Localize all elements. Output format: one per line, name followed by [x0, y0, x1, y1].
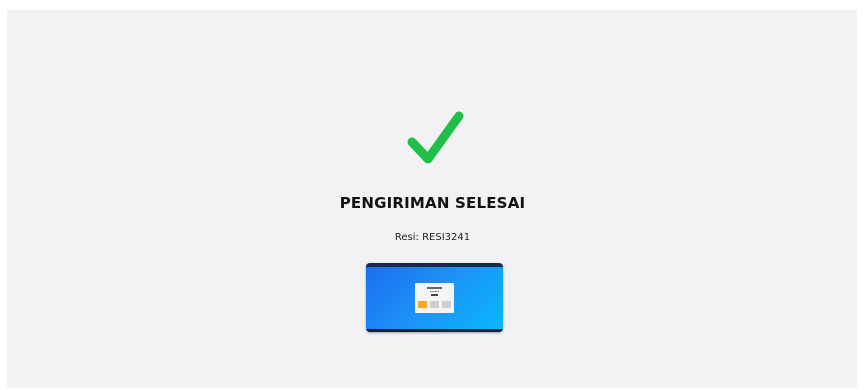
receipt-number: Resi: RESI3241: [394, 232, 471, 243]
thumbnail-dialog: [415, 283, 454, 313]
thumbnail-dialog-button: [418, 301, 427, 308]
thumbnail-dialog-line: [431, 294, 438, 296]
checkmark-icon: [407, 111, 464, 164]
thumbnail-dialog-line: [430, 291, 439, 292]
thumbnail-topbar: [366, 263, 503, 267]
thumbnail-dialog-line: [427, 287, 442, 289]
thumbnail-taskbar: [366, 329, 503, 332]
thumbnail-dialog-button: [442, 301, 451, 308]
page-title: PENGIRIMAN SELESAI: [339, 194, 526, 212]
screenshot-thumbnail[interactable]: [366, 263, 503, 332]
thumbnail-dialog-button: [430, 301, 439, 308]
